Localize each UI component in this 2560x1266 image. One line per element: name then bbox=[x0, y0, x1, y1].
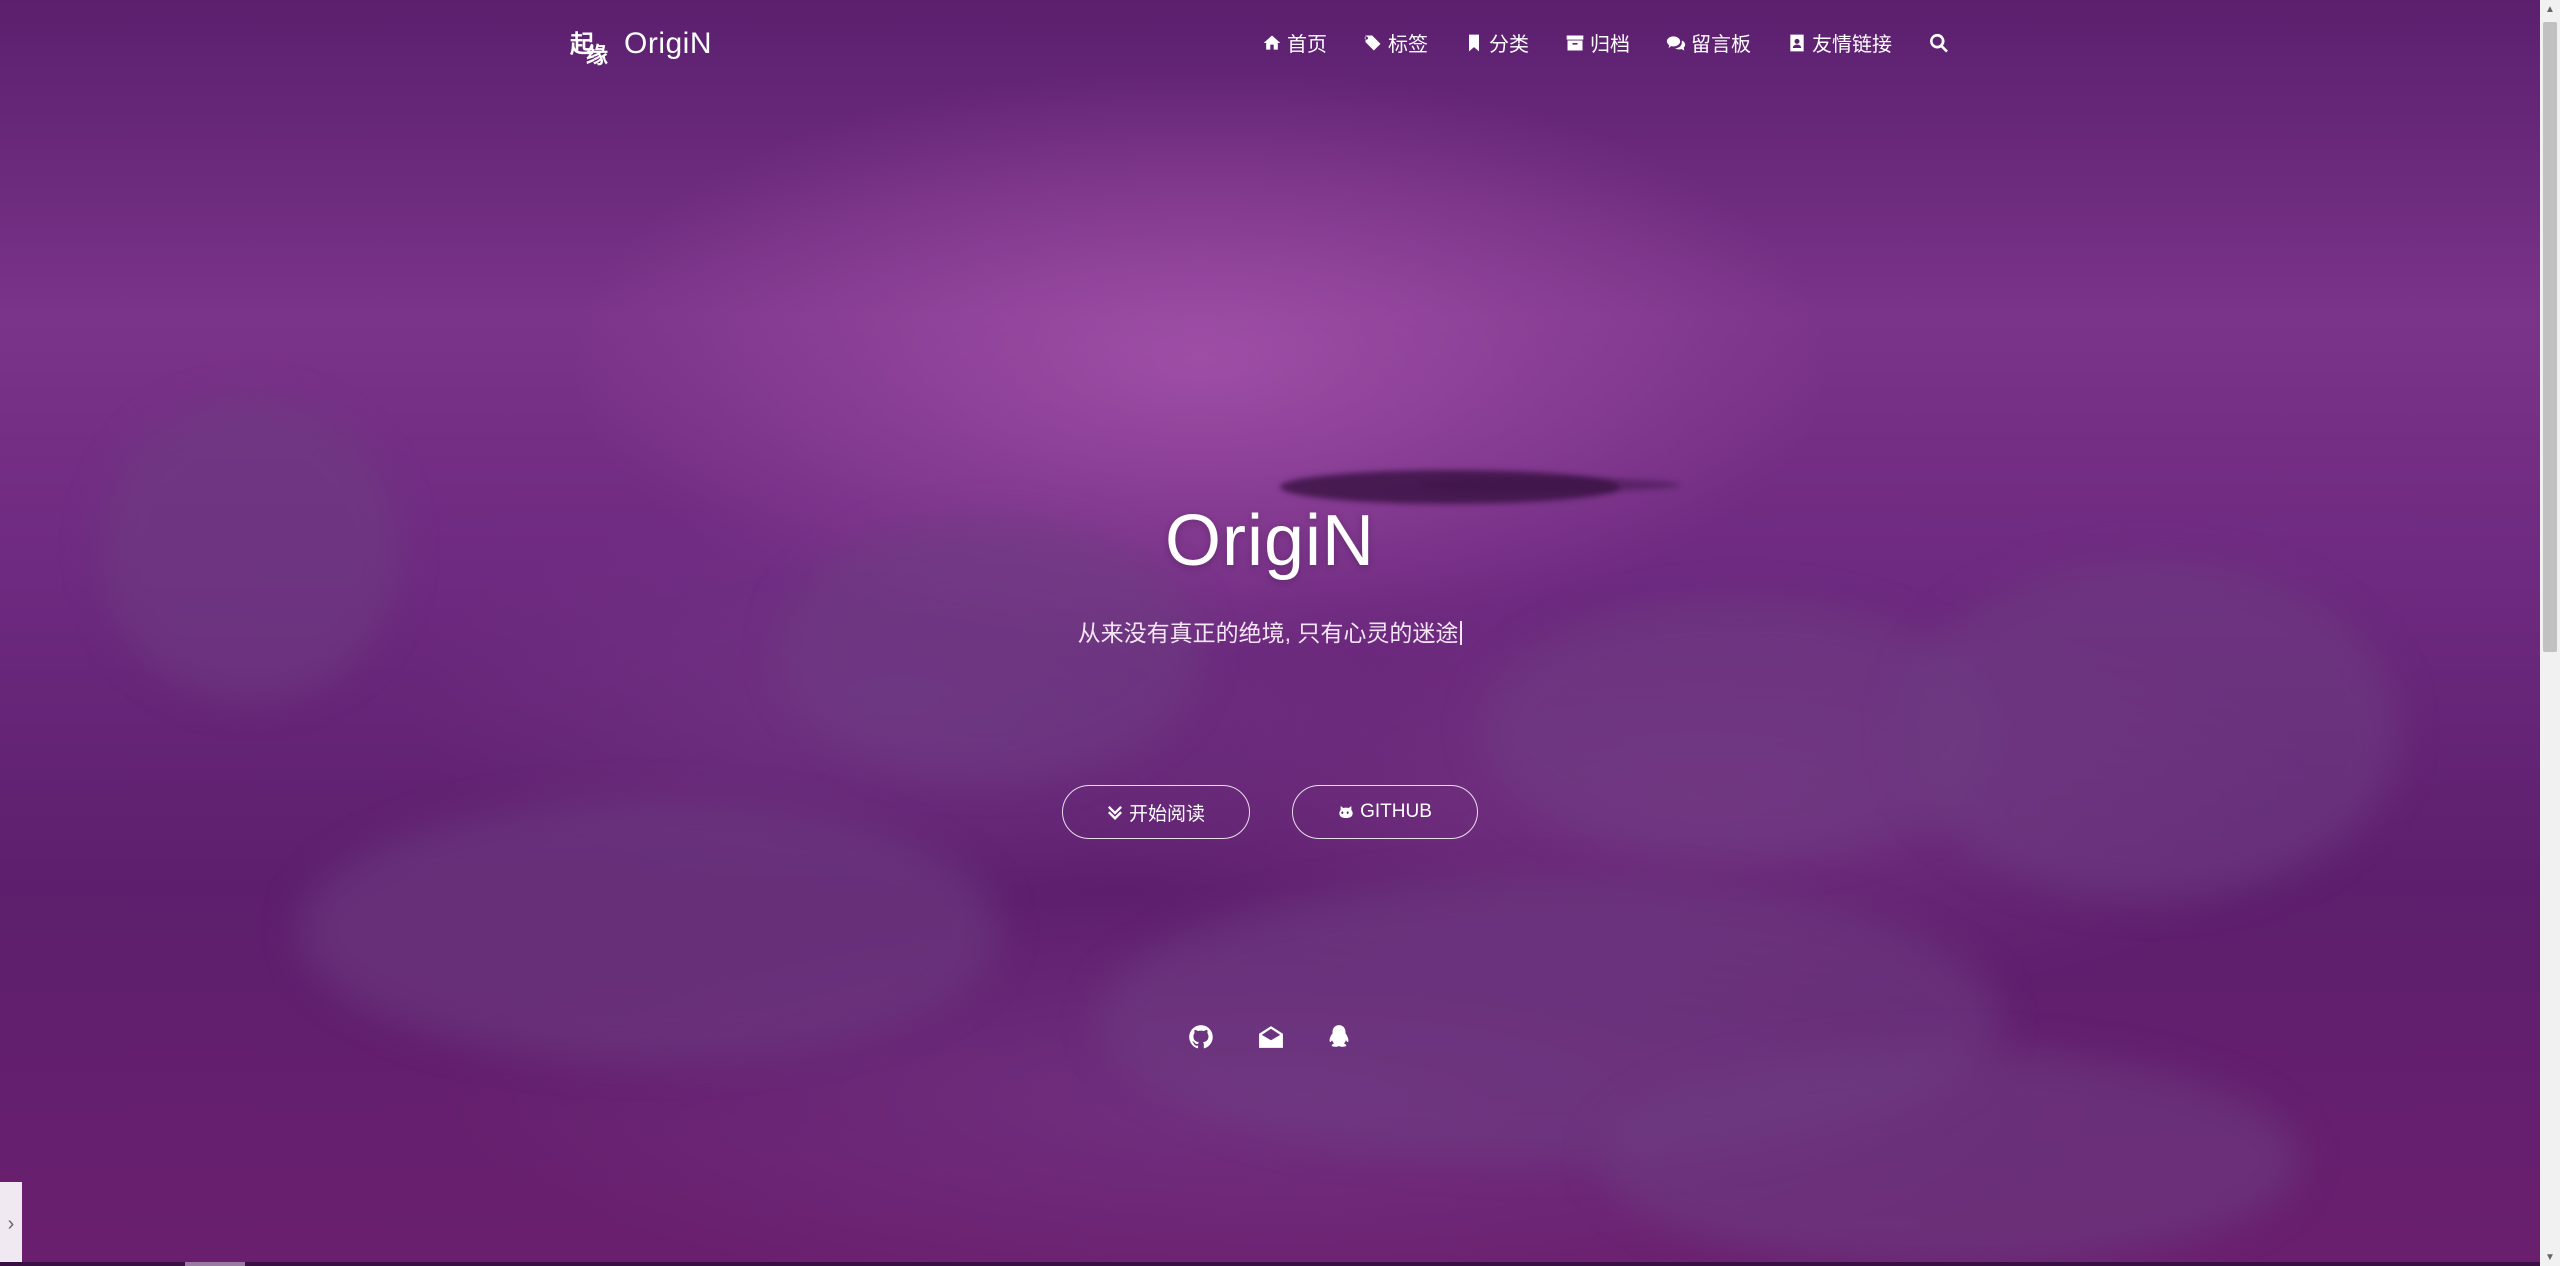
typing-cursor bbox=[1460, 621, 1463, 645]
comments-icon bbox=[1666, 35, 1686, 50]
nav-item-label: 分类 bbox=[1489, 34, 1529, 56]
start-reading-button[interactable]: 开始阅读 bbox=[1062, 785, 1250, 839]
address-card-icon bbox=[1790, 34, 1804, 51]
hero-subtitle-text: 从来没有真正的绝境, 只有心灵的迷途 bbox=[1077, 620, 1459, 646]
nav-item-home[interactable]: 首页 bbox=[1262, 28, 1327, 57]
scroll-down-arrow-icon[interactable]: ▼ bbox=[2540, 1248, 2560, 1266]
start-reading-label: 开始阅读 bbox=[1128, 803, 1205, 825]
nav-item-label: 首页 bbox=[1287, 34, 1327, 56]
top-navbar: 起 缘 OrigiN 首页 标签 分类 归档 留言板 友情链接 bbox=[0, 0, 2540, 90]
bookmark-icon bbox=[1469, 34, 1479, 51]
archive-icon bbox=[1566, 35, 1584, 50]
github-alt-icon bbox=[1339, 806, 1353, 818]
nav-item-links[interactable]: 友情链接 bbox=[1787, 28, 1892, 57]
search-icon bbox=[1930, 33, 1948, 52]
nav-item-label: 留言板 bbox=[1691, 34, 1751, 56]
tags-icon bbox=[1364, 35, 1381, 50]
hero-title: OrigiN bbox=[1164, 501, 1375, 581]
hero-subtitle: 从来没有真正的绝境, 只有心灵的迷途 bbox=[0, 614, 2540, 648]
bottom-scroll-indicator bbox=[185, 1262, 245, 1266]
chevron-right-icon: › bbox=[7, 1212, 15, 1235]
search-button[interactable] bbox=[1928, 32, 1955, 54]
github-icon bbox=[1189, 1025, 1213, 1049]
bottom-edge bbox=[0, 1262, 2540, 1266]
nav-menu: 首页 标签 分类 归档 留言板 友情链接 bbox=[1226, 28, 1955, 57]
nav-item-guestbook[interactable]: 留言板 bbox=[1666, 28, 1751, 57]
side-panel-toggle[interactable]: › bbox=[0, 1182, 22, 1266]
nav-item-label: 归档 bbox=[1590, 34, 1630, 56]
scroll-up-arrow-icon[interactable]: ▲ bbox=[2540, 0, 2560, 18]
nav-item-archive[interactable]: 归档 bbox=[1565, 28, 1630, 57]
social-github[interactable] bbox=[1186, 1022, 1216, 1052]
home-icon bbox=[1263, 35, 1281, 50]
angle-double-down-icon bbox=[1107, 806, 1122, 820]
nav-item-tags[interactable]: 标签 bbox=[1363, 28, 1428, 57]
social-qq[interactable] bbox=[1324, 1022, 1354, 1052]
qq-icon bbox=[1329, 1025, 1349, 1047]
github-button[interactable]: GITHUB bbox=[1292, 785, 1478, 839]
scrollbar-thumb[interactable] bbox=[2543, 22, 2557, 652]
social-email[interactable] bbox=[1256, 1022, 1286, 1052]
nav-item-label: 友情链接 bbox=[1812, 34, 1892, 56]
vertical-scrollbar[interactable]: ▲ ▼ bbox=[2540, 0, 2560, 1266]
github-label: GITHUB bbox=[1360, 801, 1432, 822]
nav-item-label: 标签 bbox=[1388, 34, 1428, 56]
nav-item-categories[interactable]: 分类 bbox=[1464, 28, 1529, 57]
envelope-icon bbox=[1259, 1026, 1283, 1048]
